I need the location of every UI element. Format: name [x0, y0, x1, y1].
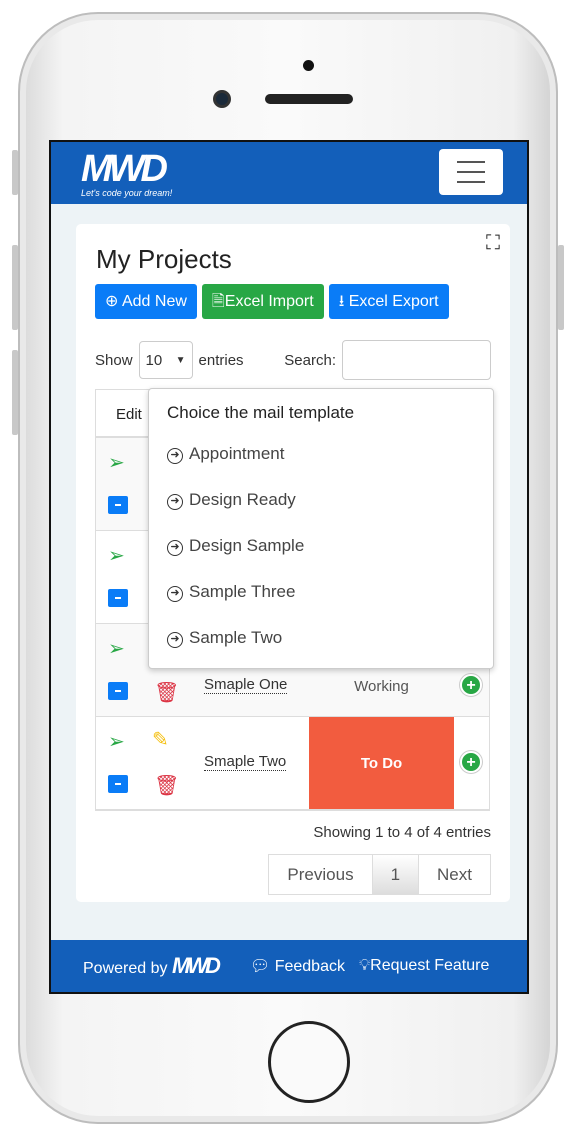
- previous-button[interactable]: Previous: [269, 855, 373, 894]
- brand-logo[interactable]: MWD Let's code your dream!: [81, 150, 172, 198]
- item-label: Sample Three: [189, 582, 296, 601]
- show-label: Show: [95, 351, 133, 369]
- volume-up-button: [12, 245, 18, 330]
- fullscreen-icon[interactable]: ⛶: [486, 232, 500, 255]
- footer: Powered by MWD 💬︎ Feedback 💡︎Request Fea…: [51, 940, 527, 992]
- send-mail-icon[interactable]: ➢: [108, 729, 125, 754]
- lightbulb-icon: 💡︎: [358, 957, 371, 974]
- mail-template-dropdown: Choice the mail template ➜ Appointment ➜ D…: [148, 388, 494, 669]
- request-feature-link[interactable]: 💡︎Request Feature: [359, 957, 489, 975]
- feedback-label: Feedback: [274, 958, 345, 975]
- table-info: Showing 1 to 4 of 4 entries: [313, 824, 491, 841]
- entries-value: 10: [145, 351, 163, 369]
- power-button: [558, 245, 564, 330]
- caret-down-icon: ▼: [175, 354, 186, 366]
- speaker: [265, 94, 353, 104]
- template-sample-three[interactable]: ➜ Sample Three: [149, 569, 493, 615]
- footer-logo: MWD: [171, 953, 221, 978]
- page-1-button[interactable]: 1: [372, 855, 420, 894]
- feedback-link[interactable]: 💬︎ Feedback: [250, 956, 345, 976]
- entries-label: entries: [198, 351, 244, 369]
- volume-down-button: [12, 350, 18, 435]
- send-mail-icon[interactable]: ➢: [108, 636, 125, 661]
- dropdown-title: Choice the mail template: [167, 403, 355, 422]
- front-camera: [213, 90, 231, 108]
- add-icon[interactable]: +: [460, 674, 482, 696]
- excel-export-button[interactable]: ⭳ Excel Export: [328, 284, 449, 319]
- add-icon[interactable]: +: [460, 751, 482, 773]
- side-button: [12, 150, 18, 195]
- project-name-link[interactable]: Smaple One: [204, 676, 288, 694]
- item-label: Sample Two: [189, 628, 283, 647]
- home-button[interactable]: [268, 1021, 350, 1103]
- add-new-button[interactable]: ⊕ Add New: [95, 284, 197, 319]
- entries-select[interactable]: 10 ▼: [138, 341, 193, 379]
- search-label: Search:: [284, 351, 336, 369]
- sensor: [303, 60, 314, 71]
- table-row: ➢ ✎ 🗑 Smaple Two To Do +: [96, 717, 489, 810]
- menu-toggle-button[interactable]: [439, 149, 503, 195]
- projects-card: ⛶ My Projects ⊕ Add New 🗎Excel Import ⭳ …: [76, 224, 510, 902]
- archive-icon[interactable]: [108, 775, 128, 793]
- status-cell: Working: [354, 677, 409, 695]
- excel-import-label: Excel Import: [224, 293, 314, 310]
- status-cell: To Do: [309, 717, 454, 809]
- trash-icon[interactable]: 🗑: [154, 773, 179, 798]
- page-title: My Projects: [96, 244, 232, 274]
- excel-export-label: Excel Export: [348, 293, 439, 310]
- trash-icon[interactable]: 🗑: [154, 680, 179, 705]
- navbar: MWD Let's code your dream!: [51, 142, 527, 204]
- archive-icon[interactable]: [108, 496, 128, 514]
- send-mail-icon[interactable]: ➢: [108, 450, 125, 475]
- arrow-circle-right-icon: ➜: [167, 448, 183, 464]
- screen: MWD Let's code your dream! ⛶ My Projects…: [49, 140, 529, 994]
- template-appointment[interactable]: ➜ Appointment: [149, 431, 493, 477]
- arrow-circle-right-icon: ➜: [167, 586, 183, 602]
- add-new-label: Add New: [121, 293, 187, 310]
- request-feature-label: Request Feature: [370, 957, 490, 974]
- item-label: Appointment: [189, 444, 285, 463]
- arrow-circle-right-icon: ➜: [167, 540, 183, 556]
- search-input[interactable]: [342, 340, 491, 380]
- project-name-link[interactable]: Smaple Two: [204, 753, 287, 771]
- template-design-sample[interactable]: ➜ Design Sample: [149, 523, 493, 569]
- comment-icon: 💬︎: [249, 958, 271, 975]
- item-label: Design Ready: [189, 490, 296, 509]
- logo-tagline: Let's code your dream!: [81, 188, 173, 198]
- archive-icon[interactable]: [108, 682, 128, 700]
- next-button[interactable]: Next: [419, 855, 490, 894]
- item-label: Design Sample: [189, 536, 305, 555]
- powered-by-label: Powered by: [83, 960, 168, 977]
- template-design-ready[interactable]: ➜ Design Ready: [149, 477, 493, 523]
- edit-icon[interactable]: ✎: [152, 727, 169, 752]
- archive-icon[interactable]: [108, 589, 128, 607]
- logo-text: MWD: [81, 148, 168, 190]
- excel-import-button[interactable]: 🗎Excel Import: [201, 284, 324, 319]
- template-sample-two[interactable]: ➜ Sample Two: [149, 615, 493, 661]
- send-mail-icon[interactable]: ➢: [108, 543, 125, 568]
- arrow-circle-right-icon: ➜: [167, 494, 183, 510]
- pagination: Previous 1 Next: [268, 854, 491, 895]
- arrow-circle-right-icon: ➜: [167, 632, 183, 648]
